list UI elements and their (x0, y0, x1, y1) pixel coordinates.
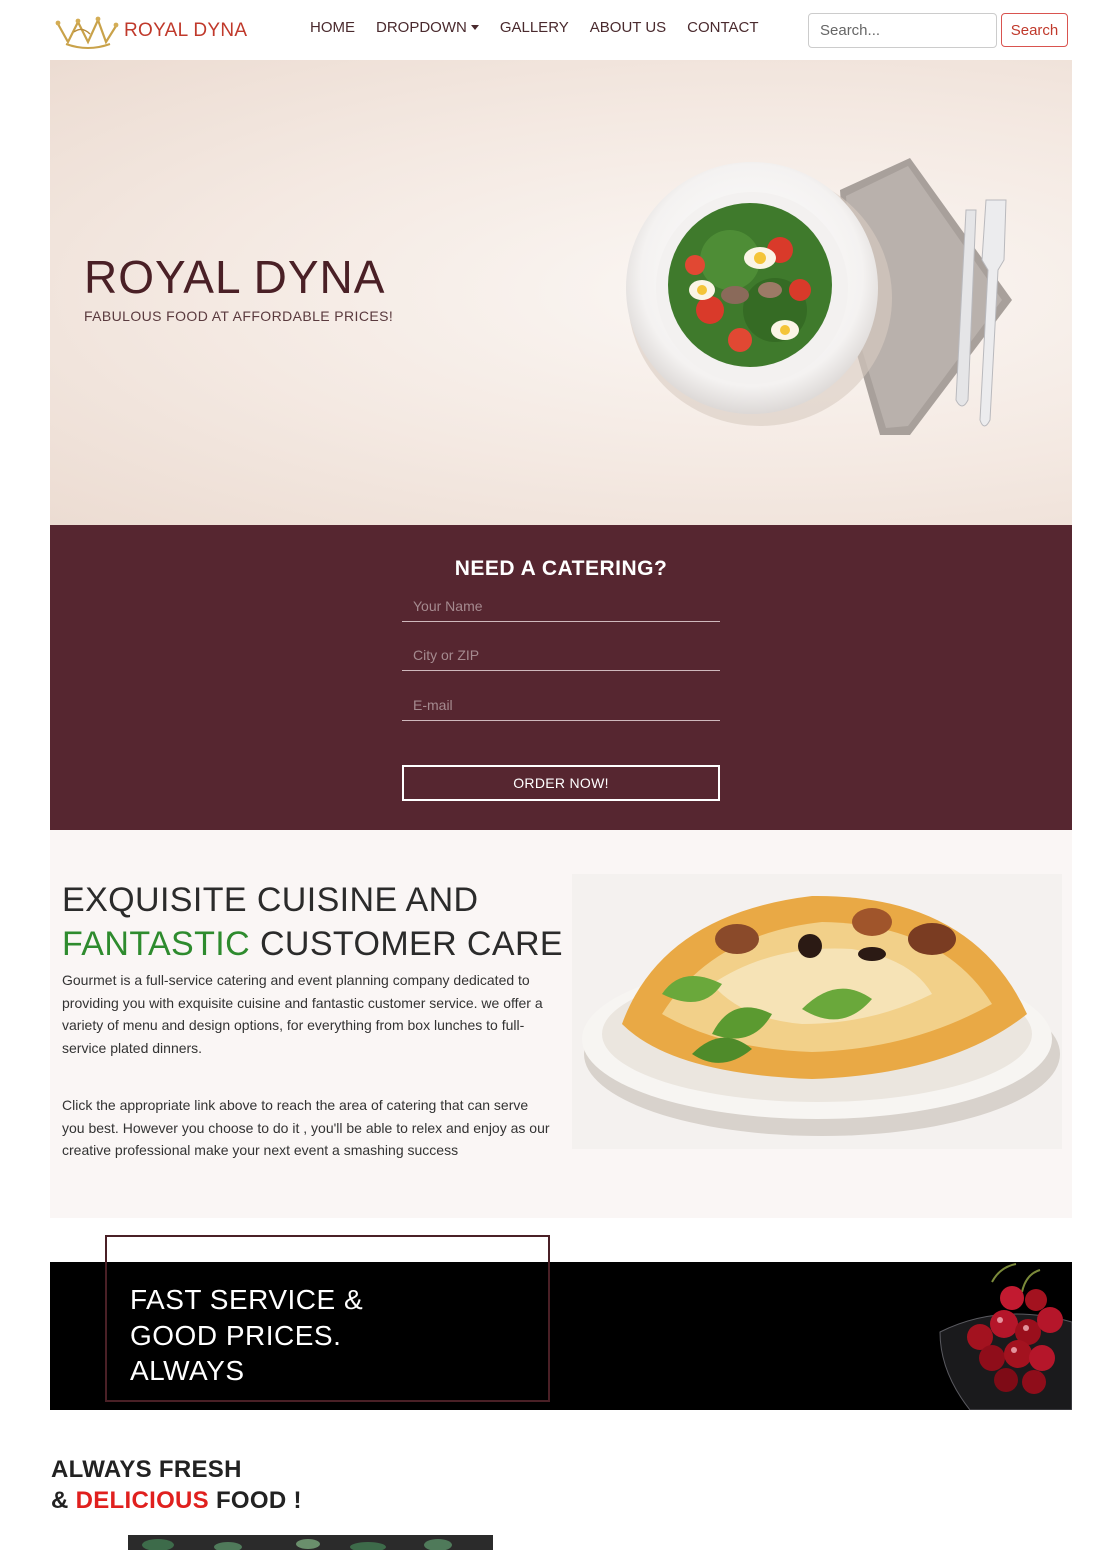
search-input[interactable] (808, 13, 997, 48)
promo-text: FAST SERVICE & GOOD PRICES. ALWAYS (130, 1284, 364, 1386)
catering-form-section: NEED A CATERING? ORDER NOW! (50, 525, 1072, 830)
nav-item-home[interactable]: HOME (310, 19, 355, 36)
about-paragraph-1: Gourmet is a full-service catering and e… (62, 972, 543, 1056)
navbar: ROYAL DYNA HOME DROPDOWN GALLERY ABOUT U… (0, 0, 1120, 60)
hero-subtitle: FABULOUS FOOD AT AFFORDABLE PRICES! (84, 308, 394, 324)
brand-link[interactable]: ROYAL DYNA (54, 12, 247, 50)
nav-menu: HOME DROPDOWN GALLERY ABOUT US CONTACT (310, 19, 780, 36)
hero-title: ROYAL DYNA (84, 251, 386, 303)
nav-item-about-us[interactable]: ABOUT US (590, 19, 666, 36)
heading-highlight: FANTASTIC (62, 925, 251, 963)
caret-down-icon (470, 25, 479, 30)
brand-name: ROYAL DYNA (124, 20, 248, 41)
catering-title: NEED A CATERING? (454, 557, 668, 580)
nav-item-dropdown[interactable]: DROPDOWN (376, 19, 479, 36)
fresh-food-heading: ALWAYS FRESH & DELICIOUS FOOD ! (51, 1456, 302, 1514)
about-paragraph-2: Click the appropriate link above to reac… (62, 1097, 550, 1158)
order-now-button[interactable]: ORDER NOW! (402, 765, 720, 801)
salad-plate-image (626, 158, 1012, 435)
about-section: EXQUISITE CUISINE AND FANTASTIC CUSTOMER… (50, 830, 1072, 1218)
cherries-bowl-image (939, 1263, 1072, 1410)
search-button[interactable]: Search (1001, 13, 1068, 47)
name-field[interactable] (402, 590, 720, 622)
biryani-plate-image (572, 874, 1062, 1149)
hero-banner: ROYAL DYNA FABULOUS FOOD AT AFFORDABLE P… (50, 60, 1072, 525)
delicious-highlight: DELICIOUS (75, 1487, 209, 1514)
nav-item-contact[interactable]: CONTACT (687, 19, 758, 36)
about-heading: EXQUISITE CUISINE AND FANTASTIC CUSTOMER… (62, 881, 563, 963)
fresh-food-image (128, 1535, 493, 1550)
nav-item-gallery[interactable]: GALLERY (500, 19, 569, 36)
crown-logo-icon (55, 16, 119, 49)
email-field[interactable] (402, 689, 720, 721)
city-zip-field[interactable] (402, 639, 720, 671)
